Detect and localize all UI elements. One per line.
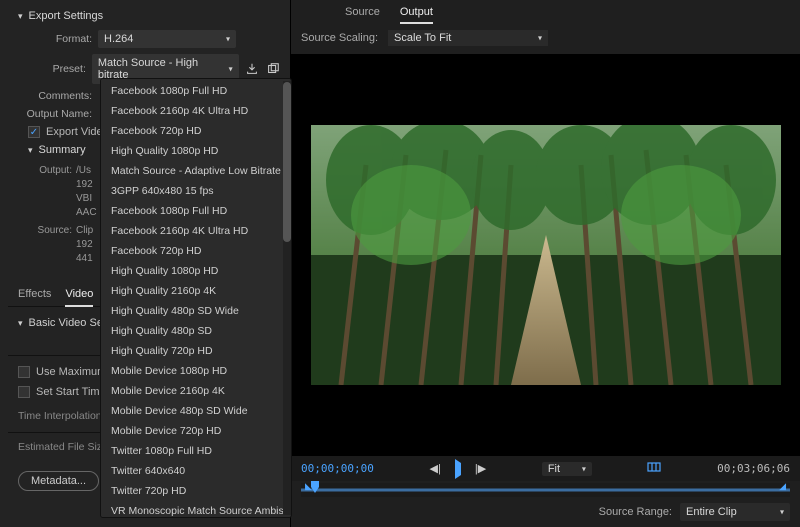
export-settings-header[interactable]: ▾ Export Settings [18, 10, 280, 22]
video-preview-image [311, 125, 781, 385]
source-scaling-select[interactable]: Scale To Fit ▾ [388, 30, 548, 46]
preset-option[interactable]: Facebook 2160p 4K Ultra HD [101, 101, 291, 121]
play-icon [455, 459, 461, 479]
preset-option[interactable]: Match Source - Adaptive Low Bitrate [101, 161, 291, 181]
metadata-button[interactable]: Metadata... [18, 471, 99, 491]
save-preset-icon[interactable] [245, 61, 260, 77]
tab-output[interactable]: Output [400, 4, 433, 22]
preset-option[interactable]: Facebook 1080p Full HD [101, 81, 291, 101]
preset-option[interactable]: Twitter 1080p Full HD [101, 441, 291, 461]
scrollbar-thumb[interactable] [283, 82, 291, 242]
out-point-marker[interactable]: ◢ [779, 481, 786, 492]
preset-option[interactable]: Mobile Device 2160p 4K [101, 381, 291, 401]
preset-option[interactable]: Mobile Device 720p HD [101, 421, 291, 441]
chevron-down-icon: ▾ [226, 35, 230, 44]
preview-viewport [291, 54, 800, 456]
preset-option[interactable]: Facebook 2160p 4K Ultra HD [101, 221, 291, 241]
step-forward-button[interactable]: |▶ [471, 461, 490, 476]
format-select[interactable]: H.264 ▾ [98, 30, 236, 48]
import-preset-icon[interactable] [265, 61, 280, 77]
playhead-icon[interactable] [311, 481, 319, 493]
tab-source[interactable]: Source [345, 4, 380, 22]
format-label: Format: [18, 33, 92, 45]
aspect-correction-button[interactable] [643, 460, 665, 477]
preset-option[interactable]: 3GPP 640x480 15 fps [101, 181, 291, 201]
preset-option[interactable]: Twitter 640x640 [101, 461, 291, 481]
tab-effects[interactable]: Effects [18, 284, 51, 306]
preset-option[interactable]: Mobile Device 480p SD Wide [101, 401, 291, 421]
comments-label: Comments: [18, 90, 92, 102]
preset-option[interactable]: High Quality 1080p HD [101, 261, 291, 281]
step-back-button[interactable]: ◀| [426, 461, 445, 476]
preset-option[interactable]: High Quality 480p SD [101, 321, 291, 341]
preset-option[interactable]: Twitter 720p HD [101, 481, 291, 501]
tab-video[interactable]: Video [65, 284, 93, 306]
preset-option[interactable]: Facebook 720p HD [101, 121, 291, 141]
preset-label: Preset: [18, 63, 86, 75]
section-title: Export Settings [29, 10, 104, 22]
preset-option[interactable]: High Quality 1080p HD [101, 141, 291, 161]
play-button[interactable] [451, 462, 465, 476]
checkbox-unchecked-icon [18, 366, 30, 378]
chevron-down-icon: ▾ [229, 65, 233, 74]
preview-panel: Source Output Source Scaling: Scale To F… [290, 0, 800, 527]
checkbox-unchecked-icon [18, 386, 30, 398]
source-scaling-label: Source Scaling: [301, 32, 378, 44]
checkbox-checked-icon: ✓ [28, 126, 40, 138]
zoom-fit-select[interactable]: Fit ▾ [542, 462, 592, 476]
in-point-marker[interactable]: ◣ [305, 481, 312, 492]
preset-option[interactable]: Facebook 1080p Full HD [101, 201, 291, 221]
export-video-checkbox[interactable]: ✓ Export Video [28, 126, 109, 138]
preset-option[interactable]: Facebook 720p HD [101, 241, 291, 261]
time-interpolation-label: Time Interpolation: [18, 410, 105, 422]
chevron-down-icon: ▾ [18, 11, 23, 22]
chevron-down-icon: ▾ [18, 318, 23, 329]
timecode-duration: 00;03;06;06 [717, 462, 790, 475]
preset-option[interactable]: High Quality 480p SD Wide [101, 301, 291, 321]
chevron-down-icon: ▾ [538, 34, 542, 43]
timeline[interactable]: ◣ ◢ [301, 483, 790, 497]
chevron-down-icon: ▾ [582, 464, 586, 473]
output-name-label: Output Name: [18, 108, 92, 120]
est-file-size-label: Estimated File Size: [18, 441, 111, 453]
preset-option[interactable]: VR Monoscopic Match Source Ambisonics [101, 501, 291, 518]
transport-bar: 00;00;00;00 ◀| |▶ Fit ▾ 00;03;06;06 [291, 456, 800, 481]
source-range-select[interactable]: Entire Clip ▾ [680, 503, 790, 521]
chevron-down-icon: ▾ [780, 508, 784, 517]
chevron-down-icon[interactable]: ▾ [28, 145, 33, 156]
source-range-label: Source Range: [599, 506, 672, 518]
preset-option[interactable]: Mobile Device 1080p HD [101, 361, 291, 381]
preview-tabs: Source Output [291, 0, 800, 24]
timecode-current[interactable]: 00;00;00;00 [301, 462, 374, 475]
preset-option[interactable]: High Quality 2160p 4K [101, 281, 291, 301]
preset-option[interactable]: High Quality 720p HD [101, 341, 291, 361]
preset-dropdown-menu[interactable]: Facebook 1080p Full HDFacebook 2160p 4K … [100, 78, 292, 518]
summary-title: Summary [39, 144, 86, 156]
